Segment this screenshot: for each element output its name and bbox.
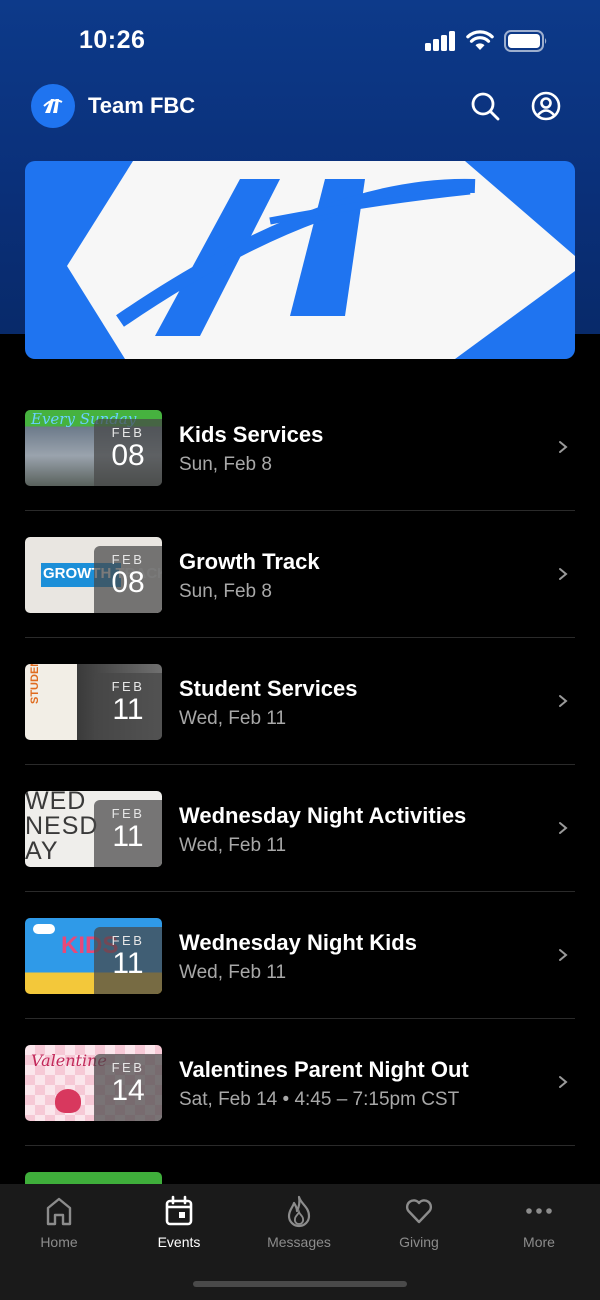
chevron-right-icon: [559, 441, 568, 453]
date-day: 08: [111, 439, 145, 472]
flame-icon: [287, 1195, 311, 1228]
church-logo[interactable]: [31, 84, 75, 128]
date-month: FEB: [111, 425, 145, 440]
chevron-right-icon: [559, 568, 568, 580]
event-date: Wed, Feb 11: [179, 962, 287, 983]
heart-icon: [405, 1199, 433, 1224]
date-day: 11: [112, 693, 144, 726]
date-badge: FEB 14: [94, 1054, 162, 1121]
date-day: 08: [111, 566, 145, 599]
tab-messages[interactable]: Messages: [244, 1194, 354, 1250]
status-bar: 10:26: [0, 0, 600, 80]
event-title: Kids Services: [179, 422, 324, 447]
thumbnail-text: WEDNESDAY: [25, 791, 99, 865]
hero-banner[interactable]: [25, 161, 575, 359]
tab-giving[interactable]: Giving: [364, 1194, 474, 1250]
tab-label: Events: [157, 1234, 201, 1250]
event-row-partial[interactable]: [25, 1146, 575, 1184]
date-day: 11: [112, 820, 144, 853]
cellular-signal-icon: [425, 31, 457, 51]
event-title: Valentines Parent Night Out: [179, 1057, 469, 1082]
event-thumbnail: WEDNESDAY FEB 11: [25, 791, 162, 867]
chevron-right-icon: [559, 822, 568, 834]
date-badge: FEB 11: [94, 927, 162, 994]
date-month: FEB: [111, 552, 145, 567]
search-icon[interactable]: [470, 91, 500, 121]
status-time: 10:26: [79, 26, 146, 54]
tab-events[interactable]: Events: [124, 1194, 234, 1250]
event-date: Sun, Feb 8: [179, 581, 272, 602]
event-date: Wed, Feb 11: [179, 835, 287, 856]
date-badge: FEB 08: [94, 419, 162, 486]
tab-label: Home: [40, 1234, 78, 1250]
event-thumbnail: Every Sunday FEB 08: [25, 410, 162, 486]
account-icon[interactable]: [531, 91, 561, 121]
date-badge: FEB 11: [94, 673, 162, 740]
date-month: FEB: [111, 933, 145, 948]
event-row-kids-services[interactable]: Every Sunday FEB 08 Kids Services Sun, F…: [25, 384, 575, 511]
tab-home[interactable]: Home: [4, 1194, 114, 1250]
event-title: Growth Track: [179, 549, 320, 574]
date-day: 14: [111, 1074, 145, 1107]
date-badge: FEB 08: [94, 546, 162, 613]
tab-label: Giving: [399, 1234, 439, 1250]
chevron-right-icon: [559, 695, 568, 707]
event-date: Sun, Feb 8: [179, 454, 272, 475]
event-row-student-services[interactable]: STUDENTS FEB 11 Student Services Wed, Fe…: [25, 638, 575, 765]
date-month: FEB: [111, 806, 145, 821]
date-day: 11: [112, 947, 144, 980]
home-indicator[interactable]: [193, 1281, 407, 1287]
tab-label: Messages: [267, 1234, 331, 1250]
event-title: Student Services: [179, 676, 358, 701]
event-thumbnail: KIDS FEB 11: [25, 918, 162, 994]
chevron-right-icon: [559, 949, 568, 961]
event-row-wednesday-night-kids[interactable]: KIDS FEB 11 Wednesday Night Kids Wed, Fe…: [25, 892, 575, 1019]
events-list: Every Sunday FEB 08 Kids Services Sun, F…: [25, 384, 575, 1184]
home-icon: [46, 1197, 72, 1226]
wifi-icon: [466, 30, 494, 50]
date-month: FEB: [111, 1060, 145, 1075]
event-title: Wednesday Night Activities: [179, 803, 467, 828]
event-thumbnail: GROWTH TRACK FEB 08: [25, 537, 162, 613]
chevron-right-icon: [559, 1076, 568, 1088]
more-dots-icon: [526, 1208, 552, 1214]
app-header: Team FBC: [0, 82, 600, 130]
event-title: Wednesday Night Kids: [179, 930, 417, 955]
date-month: FEB: [111, 679, 145, 694]
battery-icon: [504, 30, 547, 52]
event-row-wednesday-night-activities[interactable]: WEDNESDAY FEB 11 Wednesday Night Activit…: [25, 765, 575, 892]
event-thumbnail: STUDENTS FEB 11: [25, 664, 162, 740]
bridge-logo-icon: [43, 99, 63, 113]
event-thumbnail: [25, 1172, 162, 1184]
tab-more[interactable]: More: [484, 1194, 594, 1250]
tab-label: More: [523, 1234, 555, 1250]
event-thumbnail: Valentine FEB 14: [25, 1045, 162, 1121]
calendar-icon: [165, 1195, 193, 1226]
event-date: Sat, Feb 14 • 4:45 – 7:15pm CST: [179, 1089, 460, 1110]
event-row-valentines-parent-night-out[interactable]: Valentine FEB 14 Valentines Parent Night…: [25, 1019, 575, 1146]
date-badge: FEB 11: [94, 800, 162, 867]
event-row-growth-track[interactable]: GROWTH TRACK FEB 08 Growth Track Sun, Fe…: [25, 511, 575, 638]
event-date: Wed, Feb 11: [179, 708, 287, 729]
app-title: Team FBC: [88, 93, 196, 118]
thumbnail-text: STUDENTS: [29, 664, 41, 704]
banner-logo-artwork: [67, 161, 575, 359]
